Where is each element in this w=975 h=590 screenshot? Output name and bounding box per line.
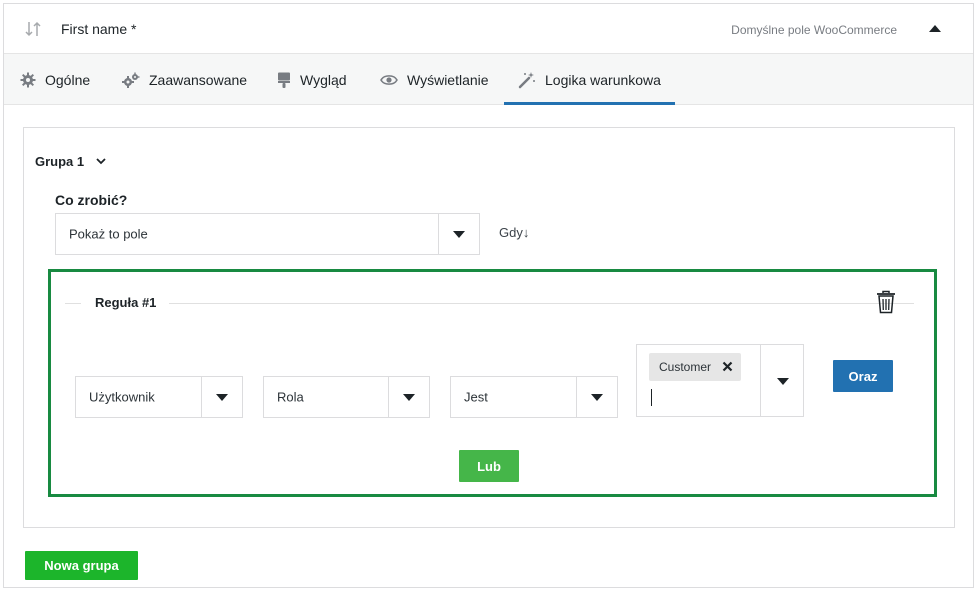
sort-icon[interactable] bbox=[24, 20, 42, 38]
select-divider bbox=[438, 214, 439, 254]
action-select-value: Pokaż to pole bbox=[69, 226, 148, 242]
condition-type-value: Użytkownik bbox=[89, 389, 155, 405]
eye-icon bbox=[380, 74, 398, 85]
remove-chip-icon[interactable] bbox=[722, 361, 733, 372]
action-select[interactable]: Pokaż to pole bbox=[55, 213, 480, 255]
field-tabs: Ogólne Zaawansowane Wygląd Wyświetlanie … bbox=[4, 54, 973, 105]
value-chip: Customer bbox=[649, 353, 741, 381]
and-button[interactable]: Oraz bbox=[833, 360, 893, 392]
group-title: Grupa 1 bbox=[35, 154, 85, 169]
dropdown-arrow-icon bbox=[403, 394, 415, 401]
select-divider bbox=[760, 345, 761, 416]
when-label: Gdy↓ bbox=[499, 225, 530, 240]
tab-advanced[interactable]: Zaawansowane bbox=[122, 54, 247, 105]
condition-field-select[interactable]: Rola bbox=[263, 376, 430, 418]
condition-field-value: Rola bbox=[277, 389, 304, 405]
select-divider bbox=[201, 377, 202, 417]
field-source-label: Domyślne pole WooCommerce bbox=[731, 23, 897, 37]
operator-value: Jest bbox=[464, 389, 488, 405]
or-button[interactable]: Lub bbox=[459, 450, 519, 482]
dropdown-arrow-icon[interactable] bbox=[777, 378, 789, 385]
field-panel: First name * Domyślne pole WooCommerce O… bbox=[3, 3, 974, 588]
dropdown-arrow-icon bbox=[591, 394, 603, 401]
dropdown-arrow-icon bbox=[216, 394, 228, 401]
group-toggle[interactable]: Grupa 1 bbox=[35, 154, 106, 169]
select-divider bbox=[388, 377, 389, 417]
tab-label: Wygląd bbox=[300, 71, 347, 88]
tab-appearance[interactable]: Wygląd bbox=[277, 54, 347, 105]
rule-divider bbox=[169, 303, 914, 304]
action-label: Co zrobić? bbox=[55, 192, 128, 208]
new-group-button[interactable]: Nowa grupa bbox=[25, 551, 138, 580]
rule-title: Reguła #1 bbox=[95, 295, 157, 310]
operator-select[interactable]: Jest bbox=[450, 376, 618, 418]
tab-label: Logika warunkowa bbox=[545, 71, 661, 88]
trash-icon[interactable] bbox=[876, 290, 896, 314]
tab-label: Ogólne bbox=[45, 71, 91, 88]
brush-icon bbox=[278, 72, 290, 88]
role-values-multiselect[interactable]: Customer bbox=[636, 344, 804, 417]
chip-label: Customer bbox=[659, 360, 712, 374]
tab-label: Zaawansowane bbox=[149, 71, 248, 88]
field-header: First name * Domyślne pole WooCommerce bbox=[4, 4, 973, 54]
gears-icon bbox=[122, 72, 140, 88]
dropdown-arrow-icon bbox=[453, 231, 465, 238]
field-title: First name * bbox=[61, 21, 137, 37]
magic-wand-icon bbox=[518, 71, 535, 88]
tab-display[interactable]: Wyświetlanie bbox=[380, 54, 489, 105]
tab-label: Wyświetlanie bbox=[407, 71, 489, 88]
gear-icon bbox=[20, 72, 36, 87]
condition-type-select[interactable]: Użytkownik bbox=[75, 376, 243, 418]
tab-conditional-logic[interactable]: Logika warunkowa bbox=[504, 54, 675, 105]
select-divider bbox=[576, 377, 577, 417]
tab-general[interactable]: Ogólne bbox=[20, 54, 90, 105]
collapse-triangle-icon[interactable] bbox=[929, 24, 941, 34]
rule-box: Reguła #1 Użytkownik Rola Jest Customer … bbox=[48, 269, 937, 497]
text-caret bbox=[651, 389, 652, 406]
conditional-logic-panel: Grupa 1 Co zrobić? Pokaż to pole Gdy↓ Re… bbox=[23, 127, 955, 528]
rule-divider bbox=[65, 303, 81, 304]
chevron-down-icon bbox=[96, 158, 106, 165]
